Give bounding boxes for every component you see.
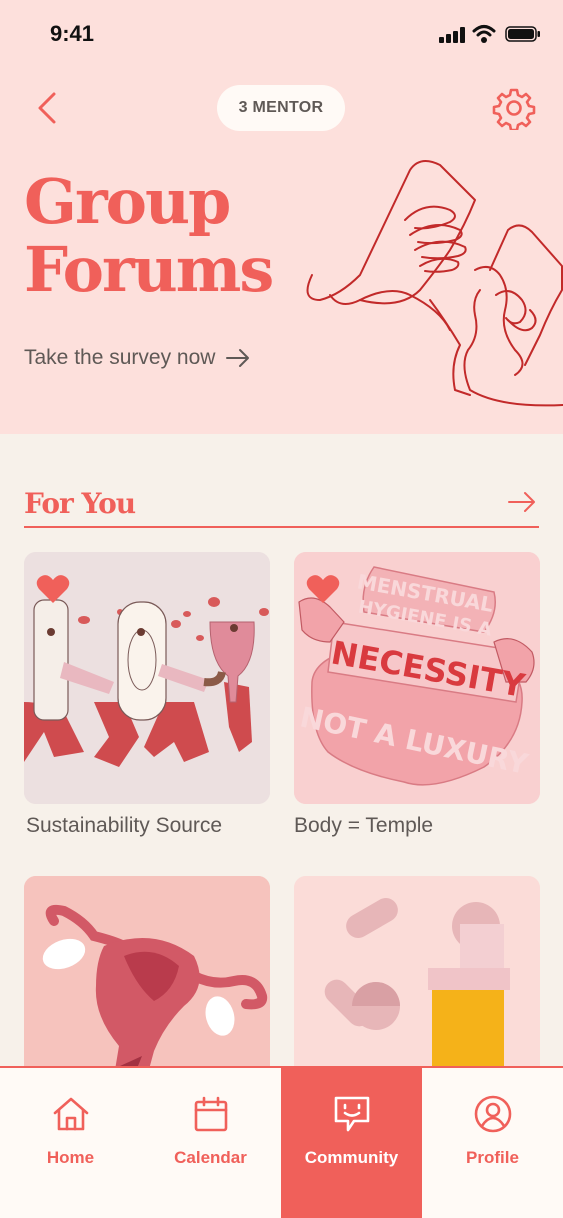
nav-label-calendar: Calendar	[174, 1148, 247, 1167]
signal-icon	[439, 27, 465, 43]
calendar-icon	[194, 1096, 227, 1132]
nav-item-calendar[interactable]: Calendar	[140, 1068, 281, 1218]
section-title: For You	[24, 487, 136, 520]
page-title: Group Forums	[24, 165, 274, 306]
page-title-line2: Forums	[24, 233, 274, 306]
nav-item-profile[interactable]: Profile	[422, 1068, 563, 1218]
chevron-left-icon	[38, 92, 56, 124]
settings-button[interactable]	[492, 86, 536, 132]
bottom-nav: Home Calendar Community Profile	[0, 1066, 563, 1218]
arrow-right-icon	[226, 349, 250, 367]
back-button[interactable]	[30, 88, 66, 128]
card-label-body-temple[interactable]: Body = Temple	[294, 814, 433, 838]
forum-card-body-temple[interactable]: MENSTRUAL HYGIENE IS A NECESSITY NOT A L…	[294, 552, 540, 804]
card-label-sustainability[interactable]: Sustainability Source	[26, 814, 222, 838]
nav-label-home: Home	[46, 1148, 95, 1167]
gear-icon	[492, 88, 536, 132]
chat-smile-icon	[334, 1096, 369, 1132]
profile-icon	[474, 1095, 511, 1133]
hero-header: 9:41 3 MENTOR Group Forums Take the surv…	[0, 0, 563, 434]
nav-label-community: Community	[304, 1148, 399, 1167]
heart-icon[interactable]	[36, 574, 70, 604]
for-you-section-header: For You	[24, 482, 539, 528]
nav-label-profile: Profile	[466, 1148, 519, 1167]
survey-link-label: Take the survey now	[24, 346, 216, 369]
heart-icon[interactable]	[306, 574, 340, 604]
wifi-icon	[472, 25, 496, 43]
survey-link[interactable]: Take the survey now	[24, 346, 251, 370]
see-all-arrow-icon[interactable]	[507, 490, 537, 514]
status-time: 9:41	[50, 21, 95, 46]
nav-item-community[interactable]: Community	[281, 1068, 422, 1218]
status-bar: 9:41	[0, 0, 563, 66]
battery-icon	[505, 26, 540, 42]
nav-item-home[interactable]: Home	[0, 1068, 141, 1218]
mentor-count-badge[interactable]: 3 MENTOR	[217, 85, 345, 131]
forum-card-sustainability[interactable]	[24, 552, 270, 804]
hands-line-illustration	[306, 160, 563, 407]
home-icon	[53, 1097, 88, 1131]
page-title-line1: Group	[24, 165, 231, 238]
